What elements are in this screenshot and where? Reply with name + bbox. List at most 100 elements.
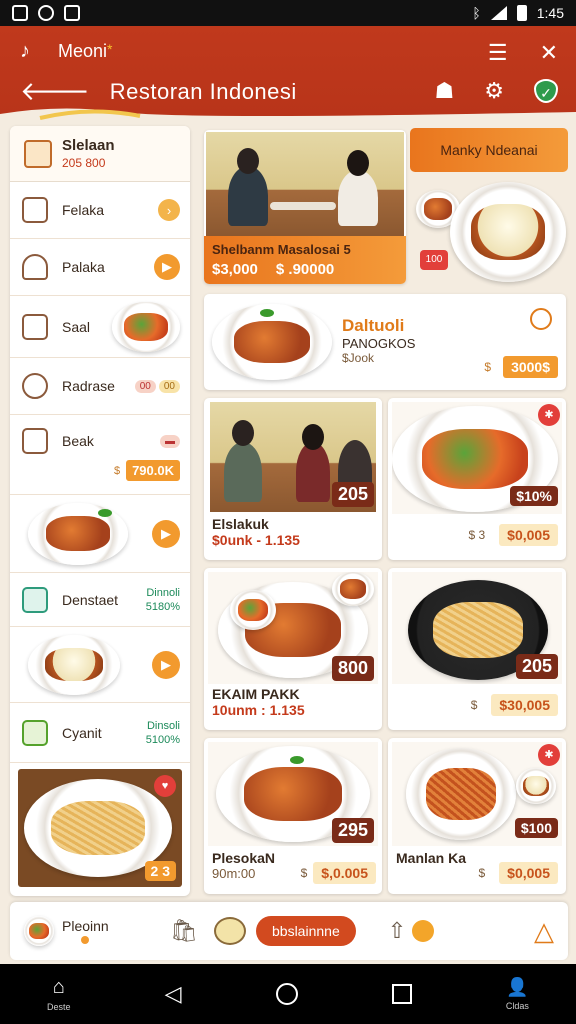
dish-name: Elslakuk — [212, 516, 269, 532]
bluetooth-icon: ᛒ — [472, 5, 481, 21]
play-icon[interactable]: ▶ — [152, 650, 180, 679]
bowl-icon[interactable] — [214, 917, 246, 945]
home-tab[interactable]: Pleoinn — [24, 916, 154, 946]
home-tab-label: Pleoinn — [62, 918, 109, 934]
price-tag: $0,005 — [499, 862, 558, 884]
dish-card[interactable]: 295 PlesokaN 90m:00 $ $,0.005 — [204, 738, 382, 894]
dish-card[interactable]: 205 $ $30,005 — [388, 568, 566, 730]
price-tag: $,0.005 — [313, 862, 376, 884]
home-nav-label: Deste — [47, 1002, 71, 1012]
photo-notification-icon — [38, 5, 54, 21]
menu-list-icon[interactable]: ☰ — [488, 40, 508, 66]
sidebar-item-label: Cyanit — [62, 724, 102, 741]
price-tag: 790.0K — [126, 460, 180, 481]
diners-photo — [206, 132, 404, 236]
sidebar-item-cyanit[interactable]: Cyanit Dinsoli 5100% — [10, 703, 190, 763]
main-content: Slelaan 205 800 Felaka › Palaka ▶ Saal R… — [10, 126, 568, 896]
price-dots: $ — [113, 464, 121, 477]
account-nav-button[interactable]: 👤 Cldas — [506, 977, 529, 1011]
close-icon[interactable]: ✕ — [540, 40, 558, 66]
dish-sub: $0unk - 1.135 — [212, 532, 300, 548]
price-badge: 295 — [331, 818, 374, 843]
warning-triangle-icon[interactable]: △ — [534, 916, 554, 947]
bag-icon[interactable]: 🛍 — [154, 918, 214, 944]
dish-subtitle: PANOGKOS — [342, 336, 416, 351]
play-icon[interactable]: ▶ — [152, 519, 180, 548]
featured-info: Shelbanm Masalosai 5 $3,000 $ .90000 — [204, 236, 406, 284]
info-icon[interactable] — [530, 308, 552, 330]
chevron-right-icon[interactable]: › — [158, 199, 180, 221]
music-icon[interactable]: ♪ — [20, 40, 30, 63]
price-badge: 2 3 — [144, 861, 176, 881]
verified-shield-icon[interactable]: ✓ — [534, 79, 558, 103]
calendar-icon — [22, 719, 48, 746]
sidebar-header[interactable]: Slelaan 205 800 — [10, 126, 190, 182]
featured-price-alt: $ .90000 — [275, 261, 335, 278]
dish-image — [212, 304, 332, 380]
sidebar-item-label: Saal — [62, 318, 91, 335]
price-dots: $ 3 — [468, 528, 486, 542]
dish-name: PlesokaN — [212, 850, 276, 866]
battery-icon — [516, 5, 527, 21]
discount-text: Dinnoli 5180% — [145, 586, 180, 613]
featured-card[interactable]: Shelbanm Masalosai 5 $3,000 $ .90000 — [204, 130, 406, 284]
price-dots: $ — [300, 866, 308, 880]
price-badge: $10% — [510, 486, 558, 506]
sidebar-item-radrase[interactable]: Radrase 00 00 — [10, 358, 190, 415]
dish-card-wide[interactable]: Daltuoli PANOGKOS $Jook $ 3000$ — [204, 294, 566, 390]
sidebar-item-palaka[interactable]: Palaka ▶ — [10, 239, 190, 296]
order-button[interactable]: bbslainnne — [256, 916, 356, 946]
price-tag: $30,005 — [491, 694, 558, 716]
dish-card[interactable]: ✱ $100 Manlan Ka $ $0,005 — [388, 738, 566, 894]
count-badge: 00 — [134, 379, 156, 393]
bottom-action-bar: Pleoinn 🛍 bbslainnne ⇧ △ — [10, 902, 568, 960]
wide-card-text: Daltuoli PANOGKOS $Jook — [342, 316, 415, 365]
settings-gear-icon[interactable]: ⚙ — [484, 78, 504, 104]
sidebar-item-denstaet[interactable]: Denstaet Dinnoli 5180% — [10, 573, 190, 627]
back-arrow-icon[interactable]: 🡐 — [20, 76, 90, 107]
tag-badge: ▬ — [160, 434, 180, 448]
dish-title: Daltuoli — [342, 316, 405, 335]
count-badge: 00 — [158, 379, 180, 393]
home-circle-icon[interactable] — [275, 983, 298, 1005]
dish-thumbnail — [28, 634, 120, 695]
favorite-badge[interactable]: ✱ — [538, 404, 560, 426]
sidebar-item-saal[interactable]: Saal — [10, 296, 190, 358]
price-badge: 800 — [331, 656, 374, 681]
price-dots: $ — [484, 360, 492, 374]
chevron-right-icon[interactable]: ▶ — [154, 254, 180, 280]
sidebar-item-label: Palaka — [62, 259, 105, 275]
home-nav-button[interactable]: ⌂ Deste — [47, 976, 71, 1012]
featured-num: 5 — [343, 242, 351, 257]
wifi-icon — [490, 6, 507, 20]
gift-box-icon — [22, 586, 48, 613]
dish-name: EKAIM PAKK — [212, 686, 300, 702]
coin-icon[interactable] — [412, 920, 435, 942]
favorite-badge[interactable]: ♥ — [154, 775, 176, 797]
active-dot — [81, 936, 90, 944]
sidebar-header-label: Slelaan — [62, 137, 115, 154]
chef-hat-icon[interactable]: ☗ — [435, 78, 455, 104]
price-badge: 205 — [331, 482, 374, 507]
menu-book-icon — [24, 139, 52, 168]
recents-square-icon[interactable] — [391, 984, 412, 1004]
dish-card[interactable]: 800 EKAIM PAKK 10unm : 1.135 — [204, 568, 382, 730]
price-badge: 205 — [515, 654, 558, 679]
dish-card[interactable]: 205 Elslakuk $0unk - 1.135 — [204, 398, 382, 560]
favorite-badge[interactable]: ✱ — [538, 744, 560, 766]
sidebar-dish-nasi-goreng[interactable]: ♥ 2 3 — [18, 769, 182, 887]
dish-meta: $Jook — [342, 351, 375, 365]
clock: 1:45 — [536, 5, 564, 21]
price-tag: 3000$ — [503, 356, 558, 378]
sidebar-item-beak[interactable]: Beak ▬ $ 790.0K — [10, 415, 190, 495]
sidebar-item-felaka[interactable]: Felaka › — [10, 182, 190, 239]
promo-banner[interactable]: Manky Ndeanai — [410, 128, 568, 172]
price-badge: $100 — [514, 818, 558, 838]
category-sidebar: Slelaan 205 800 Felaka › Palaka ▶ Saal R… — [10, 126, 190, 896]
dish-card[interactable]: ✱ $10% $ 3 $0,005 — [388, 398, 566, 560]
up-arrow-icon[interactable]: ⇧ — [388, 918, 406, 944]
app-notification-icon — [12, 5, 28, 21]
back-triangle-icon[interactable]: ◁ — [165, 981, 182, 1007]
sidebar-dish-salmon[interactable]: ▶ — [10, 495, 190, 573]
sidebar-dish-rendang[interactable]: ▶ — [10, 627, 190, 703]
